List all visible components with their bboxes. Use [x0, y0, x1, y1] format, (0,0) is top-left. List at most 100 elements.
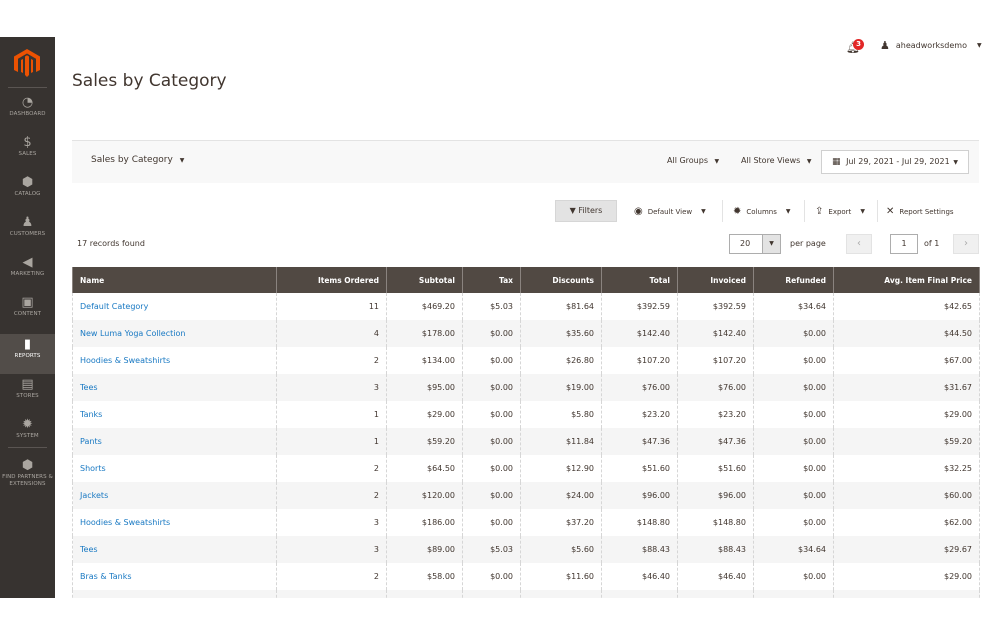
extensions-icon: ⬢	[21, 458, 34, 473]
table-cell: $46.40	[601, 563, 678, 590]
table-cell: 1	[276, 401, 387, 428]
table-cell: $0.00	[753, 563, 834, 590]
column-header-tax[interactable]: Tax	[462, 267, 521, 293]
column-header-subtotal[interactable]: Subtotal	[386, 267, 463, 293]
category-name-link[interactable]: Default Category	[72, 293, 277, 320]
table-cell: $11.60	[520, 563, 602, 590]
chevron-down-icon[interactable]: ▼	[762, 235, 780, 253]
sidebar-item-find-partners-extensions[interactable]: ⬢ Find Partners & Extensions	[0, 455, 55, 495]
table-cell: 11	[276, 293, 387, 320]
table-cell: $0.00	[462, 347, 521, 374]
table-cell: 3	[276, 374, 387, 401]
category-name-link[interactable]: Pants	[72, 428, 277, 455]
column-header-discounts[interactable]: Discounts	[520, 267, 602, 293]
table-cell: $392.59	[601, 293, 678, 320]
table-cell: $0.00	[753, 320, 834, 347]
date-range-picker[interactable]: ▦ Jul 29, 2021 - Jul 29, 2021 ▼	[821, 150, 969, 174]
sidebar-item-dashboard[interactable]: ◔ Dashboard	[0, 92, 55, 132]
next-page-button[interactable]: ›	[953, 234, 979, 254]
chevron-down-icon: ▼	[714, 158, 720, 165]
category-name-link[interactable]: Hoodies & Sweatshirts	[72, 347, 277, 374]
default-view-label: Default View	[647, 207, 693, 216]
category-name-link[interactable]: Tees	[72, 374, 277, 401]
table-cell: $46.40	[677, 563, 754, 590]
export-dropdown[interactable]: ⇪ Export ▼	[815, 206, 865, 217]
records-found: 17 records found	[77, 239, 145, 248]
table-cell: $29.00	[833, 401, 980, 428]
table-row	[72, 590, 980, 598]
table-cell	[276, 590, 387, 598]
sidebar-item-system[interactable]: ✹ System	[0, 414, 55, 454]
table-cell: $0.00	[753, 428, 834, 455]
table-row: Pants 1 $59.20 $0.00 $11.84 $47.36 $47.36 $0.00…	[72, 428, 980, 455]
report-switcher-label: Sales by Category	[91, 155, 173, 165]
previous-page-button[interactable]: ‹	[846, 234, 872, 254]
table-cell: $0.00	[753, 374, 834, 401]
sidebar-item-label: Find Partners & Extensions	[2, 474, 53, 487]
sidebar-item-reports[interactable]: ▮ Reports	[0, 334, 55, 374]
chevron-down-icon: ▼	[953, 159, 958, 166]
table-cell: $44.50	[833, 320, 980, 347]
sidebar-item-content[interactable]: ▣ Content	[0, 292, 55, 332]
user-menu[interactable]: ♟︎ aheadworksdemo ▼	[880, 39, 982, 52]
filters-button[interactable]: ▼ Filters	[555, 200, 617, 222]
column-header-avg-item-final-price[interactable]: Avg. Item Final Price	[833, 267, 980, 293]
table-cell: $142.40	[677, 320, 754, 347]
column-header-invoiced[interactable]: Invoiced	[677, 267, 754, 293]
table-cell: $88.43	[677, 536, 754, 563]
per-page-select[interactable]: 20 ▼	[729, 234, 781, 254]
table-cell: $31.67	[833, 374, 980, 401]
table-cell: $5.60	[520, 536, 602, 563]
category-name-link[interactable]: Hoodies & Sweatshirts	[72, 509, 277, 536]
table-cell: $23.20	[601, 401, 678, 428]
table-cell: $0.00	[753, 401, 834, 428]
toolbar-divider	[804, 200, 805, 222]
report-switcher[interactable]: Sales by Category ▼	[91, 155, 184, 165]
sidebar-item-marketing[interactable]: ◀ Marketing	[0, 252, 55, 292]
table-cell: $88.43	[601, 536, 678, 563]
default-view-dropdown[interactable]: ◉ Default View ▼	[634, 206, 706, 217]
chevron-down-icon: ▼	[701, 208, 706, 215]
chevron-left-icon: ‹	[857, 238, 861, 249]
eye-icon: ◉	[634, 206, 643, 217]
category-name-link[interactable]: Tees	[72, 536, 277, 563]
sidebar-item-catalog[interactable]: ⬢ Catalog	[0, 172, 55, 212]
table-cell	[520, 590, 602, 598]
magento-logo-icon[interactable]	[14, 49, 40, 77]
sidebar-item-stores[interactable]: ▤ Stores	[0, 374, 55, 414]
person-icon: ♟	[21, 215, 34, 230]
customer-groups-dropdown[interactable]: All Groups ▼	[667, 156, 719, 165]
category-name-link[interactable]: Tanks	[72, 401, 277, 428]
category-name-link[interactable]: Bras & Tanks	[72, 563, 277, 590]
category-name-link[interactable]: Shorts	[72, 455, 277, 482]
columns-dropdown[interactable]: ✹ Columns ▼	[733, 206, 790, 217]
table-cell: $0.00	[462, 428, 521, 455]
toolbar-divider	[722, 200, 723, 222]
store-views-dropdown[interactable]: All Store Views ▼	[741, 156, 811, 165]
sidebar-item-sales[interactable]: $ Sales	[0, 132, 55, 172]
table-cell: 2	[276, 347, 387, 374]
table-row: Jackets 2 $120.00 $0.00 $24.00 $96.00 $96.00 $0…	[72, 482, 980, 509]
sidebar-item-label: Sales	[18, 151, 37, 157]
column-header-items-ordered[interactable]: Items Ordered	[276, 267, 387, 293]
column-header-name[interactable]: Name	[72, 267, 277, 293]
category-name-link	[72, 590, 277, 598]
logo-divider	[8, 87, 47, 88]
report-settings-label: Report Settings	[899, 207, 954, 216]
table-row: Default Category 11 $469.20 $5.03 $81.64 $392…	[72, 293, 980, 320]
table-cell: $178.00	[386, 320, 463, 347]
table-cell: $0.00	[753, 455, 834, 482]
table-row: Shorts 2 $64.50 $0.00 $12.90 $51.60 $51.60 $0.0…	[72, 455, 980, 482]
current-page-input[interactable]: 1	[890, 234, 918, 254]
column-header-refunded[interactable]: Refunded	[753, 267, 834, 293]
category-name-link[interactable]: Jackets	[72, 482, 277, 509]
notifications-button[interactable]: 🔔︎ 3	[846, 38, 868, 54]
column-header-total[interactable]: Total	[601, 267, 678, 293]
category-name-link[interactable]: New Luma Yoga Collection	[72, 320, 277, 347]
table-row: Hoodies & Sweatshirts 2 $134.00 $0.00 $26.80…	[72, 347, 980, 374]
report-settings-button[interactable]: ✕ Report Settings	[886, 206, 954, 217]
sidebar-item-customers[interactable]: ♟ Customers	[0, 212, 55, 252]
table-cell: $142.40	[601, 320, 678, 347]
upload-icon: ⇪	[815, 206, 824, 217]
admin-sidebar: ◔ Dashboard $ Sales ⬢ Catalog ♟ Customers ◀ Marke…	[0, 37, 55, 598]
